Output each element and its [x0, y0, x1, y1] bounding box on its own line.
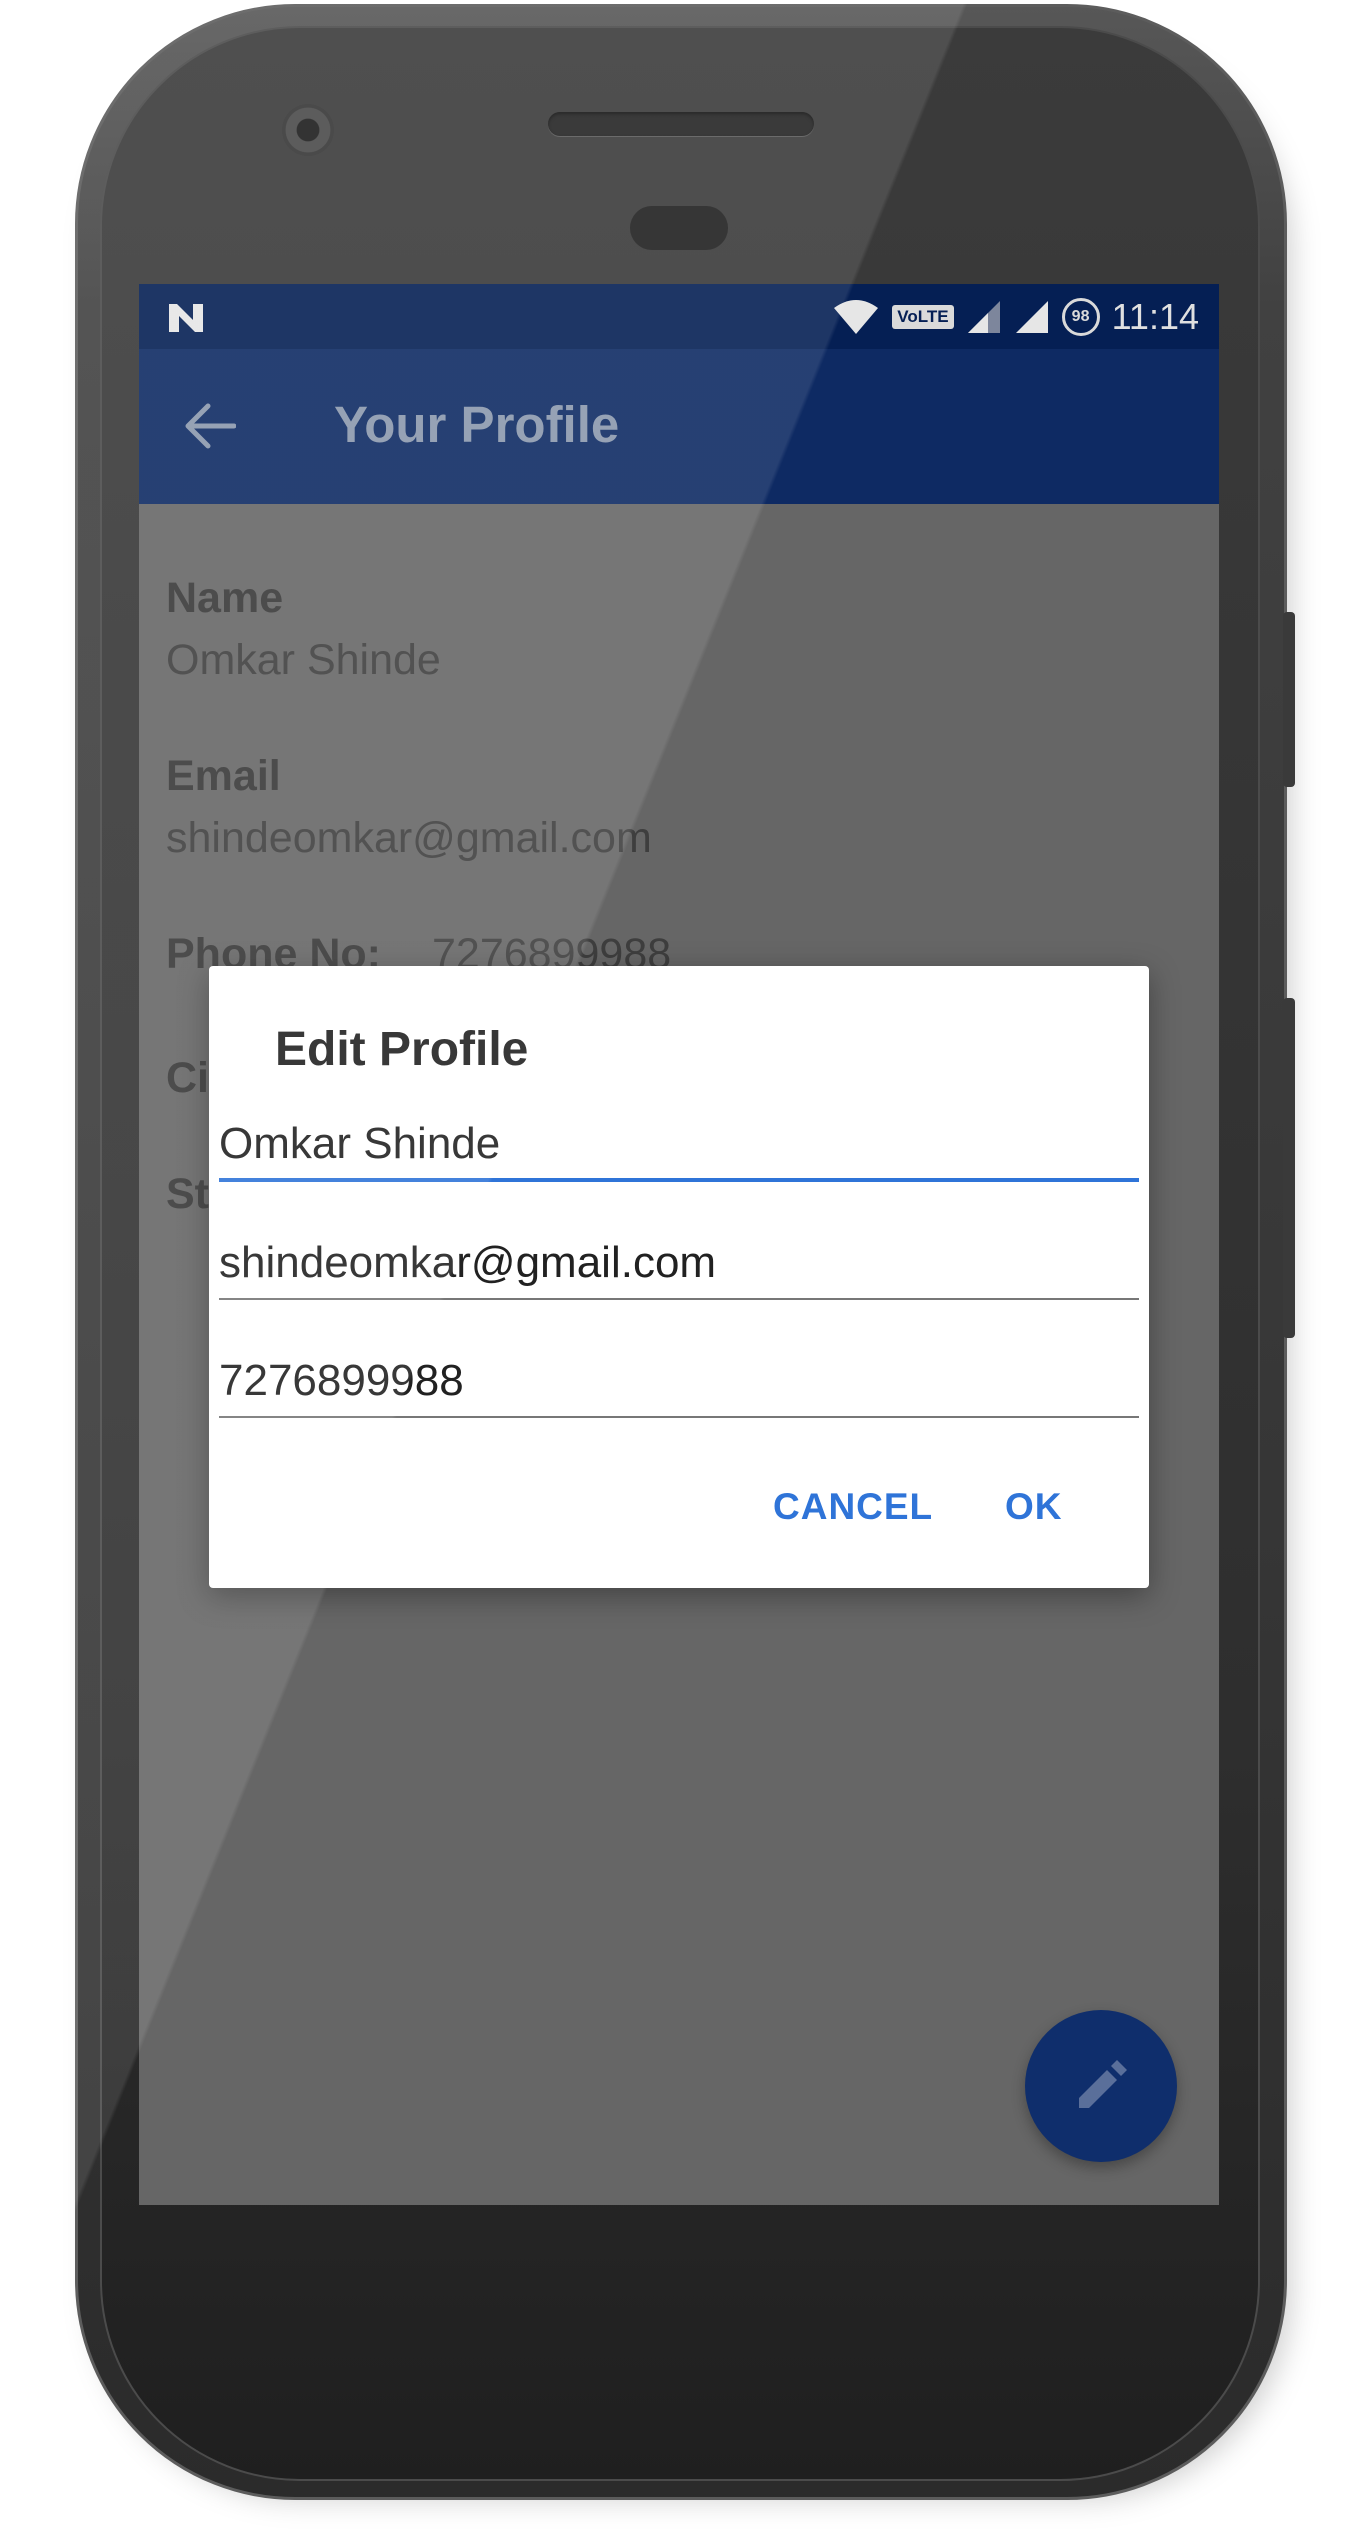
phone-input[interactable]	[219, 1346, 1139, 1418]
signal-icon	[1015, 300, 1048, 333]
power-button	[1283, 612, 1295, 787]
name-label: Name	[166, 574, 284, 622]
status-icons: VoLTE 98 11:14	[832, 294, 1199, 339]
volte-badge: VoLTE	[892, 304, 954, 329]
name-value: Omkar Shinde	[166, 636, 441, 684]
cancel-button[interactable]: CANCEL	[773, 1486, 933, 1528]
edit-profile-dialog: Edit Profile CANCEL OK	[209, 966, 1149, 1588]
n-logo-icon	[169, 304, 203, 332]
wifi-icon	[834, 299, 879, 334]
name-input[interactable]	[219, 1110, 1139, 1182]
status-bar: VoLTE 98 11:14	[139, 284, 1219, 349]
edit-fab-button[interactable]	[1025, 2010, 1177, 2162]
email-input[interactable]	[219, 1228, 1139, 1300]
volume-button	[1283, 998, 1295, 1338]
toolbar: Your Profile	[139, 349, 1219, 504]
page-title: Your Profile	[334, 396, 620, 453]
city-label: Ci	[166, 1054, 209, 1102]
battery-icon: 98	[1061, 297, 1100, 336]
status-time: 11:14	[1111, 295, 1199, 337]
dialog-title: Edit Profile	[275, 1023, 529, 1076]
ok-button[interactable]: OK	[1005, 1486, 1063, 1528]
proximity-sensor	[630, 206, 728, 250]
front-camera	[282, 104, 334, 156]
pencil-icon	[1079, 2060, 1127, 2108]
signal-icon	[967, 300, 1000, 333]
earpiece-speaker	[548, 112, 814, 136]
email-label: Email	[166, 752, 281, 800]
arrow-left-icon[interactable]	[184, 402, 236, 450]
state-label: St	[166, 1170, 209, 1218]
screen: VoLTE 98 11:14 Your Profile Name Omkar S…	[139, 284, 1219, 2205]
email-value: shindeomkar@gmail.com	[166, 814, 652, 862]
